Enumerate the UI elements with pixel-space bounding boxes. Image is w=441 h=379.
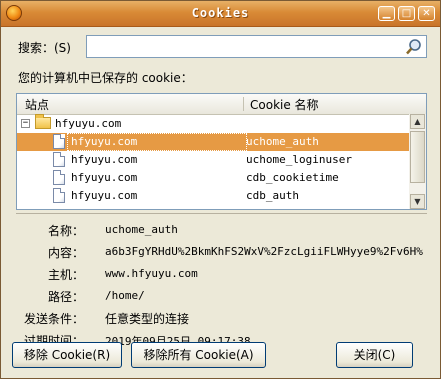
vertical-scrollbar[interactable]: ▲ ▼ [409,114,426,209]
scroll-down-icon[interactable]: ▼ [410,194,425,209]
title-bar: Cookies ▁ □ ✕ [1,1,440,27]
name-label: 名称： [47,224,84,238]
column-cookie-name[interactable]: Cookie 名称 [250,96,319,113]
path-label: 路径： [47,290,84,304]
host-label: 主机： [47,268,84,282]
search-input[interactable] [86,35,427,58]
row-cookie-name: cdb_auth [246,189,299,202]
close-window-button[interactable]: ✕ [418,6,435,21]
cookie-details: 名称： uchome_auth 内容： a6b3FgYRHdU%2BkmKhFS… [16,213,427,348]
host-value: www.hfyuyu.com [105,267,198,280]
row-cookie-name: uchome_loginuser [246,153,352,166]
cookie-file-icon [53,188,65,203]
send-for-label: 发送条件： [23,312,84,326]
cookie-file-icon [53,152,65,167]
table-row[interactable]: hfyuyu.com cdb_cookietime [17,169,409,187]
row-site: hfyuyu.com [71,189,138,202]
content-value: a6b3FgYRHdU%2BkmKhFS2WxV%2FzcLgiiFLWHyye… [105,245,423,258]
maximize-button[interactable]: □ [398,6,415,21]
saved-cookies-label: 您的计算机中已保存的 cookie： [18,71,193,85]
remove-all-cookies-button[interactable]: 移除所有 Cookie(A) [131,342,266,368]
cookie-file-icon [53,134,65,149]
search-label: 搜索：(S) [18,41,71,55]
cookie-file-icon [53,170,65,185]
column-site[interactable]: 站点 [25,96,49,113]
remove-cookie-button[interactable]: 移除 Cookie(R) [12,342,122,368]
row-site: hfyuyu.com [71,153,138,166]
table-row[interactable]: hfyuyu.com uchome_loginuser [17,151,409,169]
send-for-value: 任意类型的连接 [105,312,190,326]
cookies-window: Cookies ▁ □ ✕ 搜索：(S) 您的计算机中已保存的 cookie： … [0,0,441,379]
collapse-toggle-icon[interactable]: − [21,119,30,128]
row-site: hfyuyu.com [71,135,138,148]
minimize-button[interactable]: ▁ [378,6,395,21]
window-title: Cookies [191,6,250,20]
cookie-tree[interactable]: 站点 Cookie 名称 − hfyuyu.com hfyuyu.com uch… [16,93,427,210]
folder-icon [35,114,51,129]
row-site: hfyuyu.com [71,171,138,184]
group-site: hfyuyu.com [55,117,122,130]
path-value: /home/ [105,289,145,302]
close-button[interactable]: 关闭(C) [336,342,413,368]
content-label: 内容： [47,246,84,260]
tree-group-row[interactable]: − hfyuyu.com [17,114,409,133]
search-icon[interactable] [405,38,423,56]
row-cookie-name: cdb_cookietime [246,171,339,184]
tree-header: 站点 Cookie 名称 [17,94,426,115]
name-value: uchome_auth [105,223,178,236]
row-cookie-name: uchome_auth [246,135,319,148]
scroll-up-icon[interactable]: ▲ [410,114,425,129]
table-row[interactable]: hfyuyu.com cdb_auth [17,187,409,205]
table-row[interactable]: hfyuyu.com uchome_auth [17,133,409,151]
scroll-thumb[interactable] [410,131,425,183]
